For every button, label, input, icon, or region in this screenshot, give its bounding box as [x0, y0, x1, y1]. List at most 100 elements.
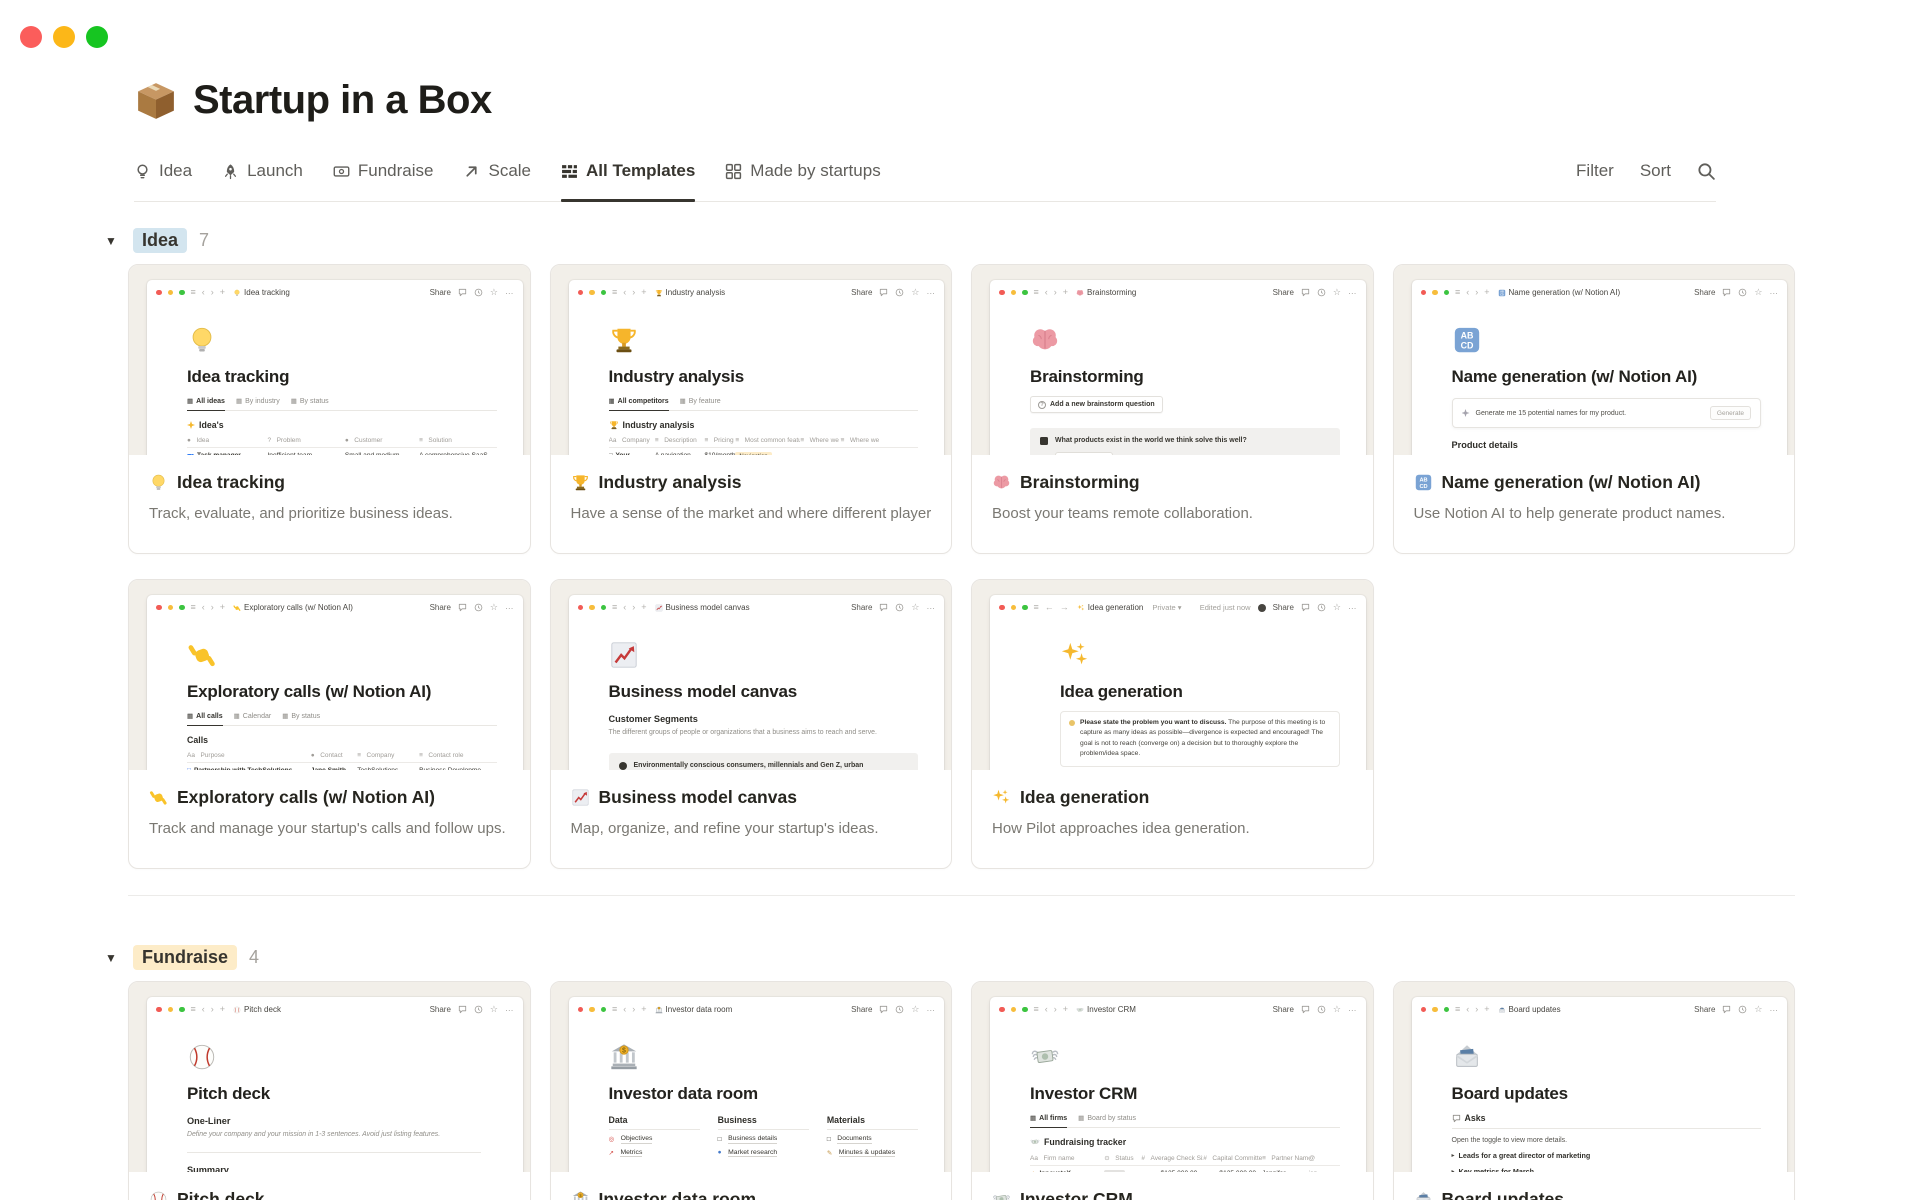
tab-label: Made by startups — [750, 161, 881, 180]
tab-label: All Templates — [586, 161, 696, 180]
brain-emoji — [1076, 289, 1084, 295]
preview-section-title: Calls — [187, 735, 209, 745]
case-icon: ≡ — [419, 752, 423, 759]
bank-emoji: $ — [610, 1044, 637, 1070]
filter-button[interactable]: Filter — [1576, 161, 1614, 181]
share-button: Share — [1694, 288, 1716, 297]
template-description: Track and manage your startup's calls an… — [149, 820, 506, 837]
svg-text:CD: CD — [1419, 484, 1427, 490]
tab-all-templates[interactable]: All Templates — [561, 161, 696, 202]
collapse-caret-icon[interactable]: ▼ — [105, 951, 121, 965]
bulbsm-icon: ● — [187, 437, 191, 444]
preview-sub-button: Add an idea — [1055, 452, 1113, 455]
tab-label: Scale — [488, 161, 532, 180]
tab-launch[interactable]: Launch — [222, 161, 303, 181]
sort-button[interactable]: Sort — [1640, 161, 1671, 181]
zoom-button[interactable] — [86, 26, 108, 48]
preview-callout: Please state the problem you want to dis… — [1060, 711, 1340, 767]
template-description: Map, organize, and refine your startup's… — [570, 820, 879, 837]
clock-icon — [474, 288, 483, 297]
template-card-exploratory-calls-w-notion-ai[interactable]: ≡ ‹ › + Exploratory calls (w/ Notion AI) Shar… — [128, 579, 531, 869]
person-icon: ● — [310, 752, 315, 759]
preview-tab: ▦ By industry — [235, 397, 280, 406]
brain-emoji — [1032, 329, 1058, 350]
burger-icon: ≡ — [840, 437, 845, 444]
clock-icon — [1317, 603, 1326, 612]
comment-icon — [1723, 1005, 1731, 1014]
preview-window: ≡ ‹ › + Business model canvas Share ☆ ··· Busine… — [568, 595, 944, 770]
preview-titlebar: ≡ ‹ › + Investor CRM Share ☆ ··· — [990, 997, 1366, 1020]
section-badge[interactable]: Fundraise — [133, 945, 238, 970]
template-card-investor-crm[interactable]: ≡ ‹ › + Investor CRM Share ☆ ··· Investor CRM ▦ Al… — [971, 981, 1374, 1200]
tab-scale[interactable]: Scale — [463, 161, 531, 181]
template-card-footer: Board updates — [1394, 1172, 1795, 1200]
clock-icon — [474, 1005, 483, 1014]
edited-timestamp: Edited just now — [1199, 603, 1251, 612]
comment-icon — [1301, 1005, 1310, 1014]
moneywings-emoji — [1031, 1050, 1059, 1063]
preview-view-tabs: ▦ All firms ▦ Board by status — [1030, 1114, 1340, 1128]
slide-icon — [1040, 437, 1048, 445]
clock-icon: ⊙ — [1104, 1155, 1110, 1162]
moneywings-emoji — [993, 1195, 1010, 1200]
template-card-footer: $ Investor data room — [551, 1172, 952, 1200]
moneywings-emoji — [1076, 1007, 1084, 1012]
doc-icon: □ — [826, 1135, 831, 1143]
section-count: 4 — [249, 947, 260, 967]
template-title: Brainstorming — [992, 472, 1353, 493]
burger-icon: ≡ — [735, 437, 740, 444]
preview-titlebar: ≡ ‹ › + Industry analysis Share ☆ ··· — [569, 280, 945, 303]
tab-idea[interactable]: Idea — [134, 161, 192, 181]
share-button: Share — [1272, 603, 1294, 612]
hash-icon: # — [1203, 1154, 1207, 1162]
preview-table-row: ▲InnovateXWon$125,000.00$125,000.00Jenni… — [1030, 1166, 1340, 1172]
template-description: Use Notion AI to help generate product n… — [1413, 505, 1726, 522]
preview-table-header: ● Idea? Problem ● Customer ≡ Solution — [187, 435, 497, 448]
preview-tab: ▦ All competitors — [608, 397, 669, 411]
template-card-pitch-deck[interactable]: ≡ ‹ › + Pitch deck Share ☆ ··· Pitch deck One-Lin… — [128, 981, 531, 1200]
svg-text:CD: CD — [1460, 340, 1473, 350]
preview-table: ●Idea?Problem●Customer≡Solution✓Task man… — [187, 435, 497, 455]
preview-heading: One-Liner — [187, 1116, 231, 1126]
preview-table-header: Aa Company ≡ Description ≡ Pricing ≡ Most commo… — [608, 435, 918, 448]
tab-fundraise[interactable]: Fundraise — [333, 161, 434, 181]
generate-button: Generate — [1709, 406, 1751, 420]
bulb-emoji — [234, 289, 240, 296]
template-card-board-updates[interactable]: ≡ ‹ › + Board updates Share ☆ ··· Board updates A… — [1392, 981, 1795, 1200]
comment-icon — [1301, 288, 1310, 297]
template-card-brainstorming[interactable]: ≡ ‹ › + Brainstorming Share ☆ ··· Brainstorming?… — [971, 264, 1374, 554]
preview-page-title: Pitch deck — [187, 1084, 271, 1103]
tab-label: Fundraise — [357, 161, 434, 180]
template-card-idea-generation[interactable]: ≡ ← → Idea generation Private ▾ Edited just n… — [971, 579, 1374, 869]
callme-emoji — [233, 604, 241, 611]
close-button[interactable] — [20, 26, 42, 48]
minimize-button[interactable] — [53, 26, 75, 48]
preview-page-title: Exploratory calls (w/ Notion AI) — [187, 682, 432, 701]
preview-window: ≡ ‹ › + Industry analysis Share ☆ ··· Industry a… — [568, 280, 945, 455]
baseball-emoji — [150, 1191, 167, 1200]
template-card-business-model-canvas[interactable]: ≡ ‹ › + Business model canvas Share ☆ ··· Busine… — [549, 579, 952, 869]
page-content: Startup in a Box Idea Launch Fundraise Scal… — [105, 78, 1795, 1200]
preview-heading: Customer Segments — [608, 714, 698, 724]
preview-section-title: Idea's — [187, 420, 497, 430]
preview-titlebar: ≡ ‹ › + Board updates Share ☆ ··· — [1412, 997, 1788, 1020]
preview-table-header: Aa Purpose ● Contact ≡ Company ≡ Contact role — [187, 750, 497, 763]
template-card-idea-tracking[interactable]: ≡ ‹ › + Idea tracking Share ☆ ··· Idea tracking ▦… — [128, 264, 531, 554]
collapse-caret-icon[interactable]: ▼ — [105, 234, 121, 248]
bulb-icon — [1069, 720, 1075, 726]
baseball-emoji — [233, 1006, 241, 1013]
preview-titlebar: ≡ ← → Idea generation Private ▾ Edited just n… — [990, 595, 1366, 618]
template-card-industry-analysis[interactable]: ≡ ‹ › + Industry analysis Share ☆ ··· Industry a… — [549, 264, 952, 554]
search-icon[interactable] — [1697, 162, 1716, 181]
template-card-investor-data-room[interactable]: ≡ ‹ › + $ Investor data room Share ☆ ··· $ Investo… — [549, 981, 952, 1200]
moneywings-emoji — [1030, 1139, 1040, 1144]
section-badge[interactable]: Idea — [133, 228, 188, 253]
template-card-name-generation-w-notion-ai[interactable]: ≡ ‹ › + AB CD Name generation (w/ Notion AI) Sh… — [1392, 264, 1795, 554]
grid-squares-icon — [726, 163, 742, 179]
template-preview: ≡ ‹ › + Industry analysis Share ☆ ··· Industry a… — [550, 265, 951, 455]
tab-made-by-startups[interactable]: Made by startups — [725, 161, 881, 181]
svg-text:$: $ — [658, 1007, 659, 1009]
comment-icon — [458, 1005, 467, 1014]
preview-page-title: Board updates — [1451, 1084, 1569, 1103]
brain-emoji — [993, 475, 1010, 489]
